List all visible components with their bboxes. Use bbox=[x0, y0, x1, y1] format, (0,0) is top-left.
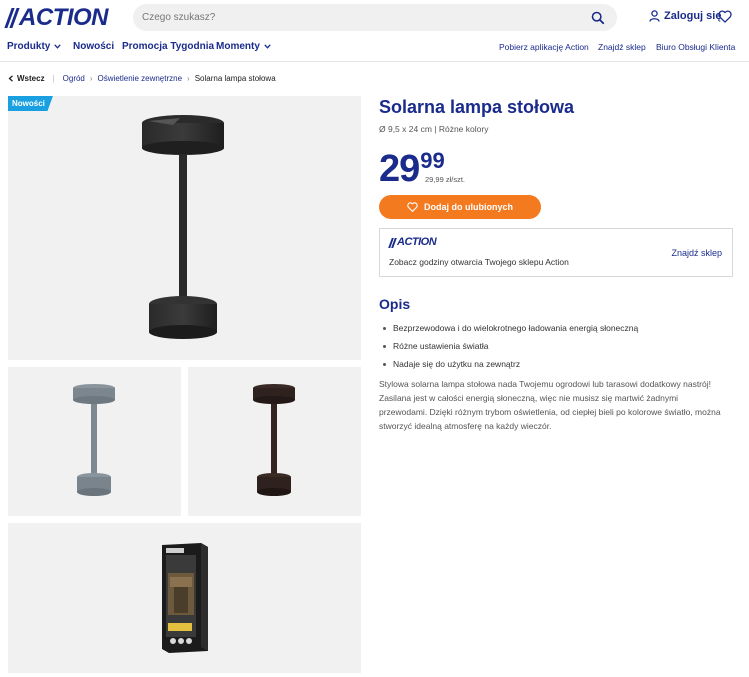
add-to-favorites-label: Dodaj do ulubionych bbox=[424, 202, 513, 212]
grey-lamp-image[interactable] bbox=[8, 367, 181, 516]
chevron-right-icon: › bbox=[187, 74, 190, 83]
add-to-favorites-button[interactable]: Dodaj do ulubionych bbox=[379, 195, 541, 219]
login-link[interactable]: Zaloguj się bbox=[649, 10, 721, 22]
store-hours-text: Zobacz godziny otwarcia Twojego sklepu A… bbox=[389, 257, 569, 267]
search-icon[interactable] bbox=[591, 11, 605, 25]
store-action-logo: ACTION bbox=[388, 236, 437, 248]
breadcrumb-oswietlenie[interactable]: Oświetlenie zewnętrzne bbox=[98, 74, 182, 83]
new-badge: Nowości bbox=[8, 96, 53, 111]
nav-nowosci[interactable]: Nowości bbox=[73, 41, 114, 52]
package-image[interactable] bbox=[8, 523, 361, 673]
product-dimensions: Ø 9,5 x 24 cm | Różne kolory bbox=[379, 124, 489, 134]
breadcrumb-divider: | bbox=[52, 74, 55, 83]
feature-item: Bezprzewodowa i do wielokrotnego ładowan… bbox=[383, 319, 638, 337]
nav-momenty-label: Momenty bbox=[216, 41, 260, 52]
grey-table-lamp-icon bbox=[73, 384, 115, 496]
breadcrumb-ogrod[interactable]: Ogród bbox=[63, 74, 85, 83]
logo-slashes-icon bbox=[388, 237, 397, 248]
nav-customer-service[interactable]: Biuro Obsługi Klienta bbox=[656, 42, 735, 52]
store-logo-text: ACTION bbox=[397, 236, 437, 248]
unit-price: 29,99 zł/szt. bbox=[425, 175, 466, 184]
back-label: Wstecz bbox=[17, 74, 45, 83]
nav-find-store[interactable]: Znajdź sklep bbox=[598, 42, 646, 52]
chevron-left-icon bbox=[8, 75, 13, 82]
feature-item: Nadaje się do użytku na zewnątrz bbox=[383, 355, 638, 373]
main-nav: Produkty Nowości Promocja Tygodnia Momen… bbox=[0, 40, 749, 62]
product-title: Solarna lampa stołowa bbox=[379, 97, 575, 117]
favorites-heart-icon[interactable] bbox=[718, 10, 732, 23]
heart-icon bbox=[407, 202, 418, 212]
feature-item: Różne ustawienia światła bbox=[383, 337, 638, 355]
black-table-lamp-icon bbox=[142, 115, 224, 339]
lamp-packaging-box-icon bbox=[162, 543, 208, 653]
nav-produkty[interactable]: Produkty bbox=[7, 41, 62, 52]
chevron-down-icon bbox=[264, 44, 271, 49]
breadcrumb: Wstecz | Ogród › Oświetlenie zewnętrzne … bbox=[8, 74, 276, 83]
nav-produkty-label: Produkty bbox=[7, 41, 51, 52]
breadcrumb-current: Solarna lampa stołowa bbox=[194, 74, 276, 83]
description-heading: Opis bbox=[379, 296, 411, 312]
main-lamp-image[interactable]: Nowości bbox=[8, 96, 361, 360]
nav-download-app[interactable]: Pobierz aplikację Action bbox=[499, 42, 589, 52]
brown-lamp-image[interactable] bbox=[188, 367, 361, 516]
logo-text: ACTION bbox=[19, 4, 109, 31]
chevron-right-icon: › bbox=[89, 74, 93, 83]
find-store-link[interactable]: Znajdź sklep bbox=[671, 248, 722, 258]
back-link[interactable]: Wstecz bbox=[8, 74, 45, 83]
nav-momenty[interactable]: Momenty bbox=[216, 41, 271, 52]
action-logo[interactable]: ACTION bbox=[4, 4, 109, 31]
feature-list: Bezprzewodowa i do wielokrotnego ładowan… bbox=[383, 319, 638, 373]
search-bar[interactable] bbox=[133, 4, 617, 31]
login-label: Zaloguj się bbox=[664, 10, 722, 22]
chevron-down-icon bbox=[54, 44, 62, 49]
description-text: Stylowa solarna lampa stołowa nada Twoje… bbox=[379, 379, 721, 431]
nav-promocja-tygodnia[interactable]: Promocja Tygodnia bbox=[122, 41, 214, 52]
brown-table-lamp-icon bbox=[253, 384, 295, 496]
store-hours-box: ACTION Zobacz godziny otwarcia Twojego s… bbox=[379, 228, 733, 277]
price-integer: 29 bbox=[379, 148, 420, 190]
logo-slashes-icon bbox=[4, 8, 20, 28]
search-input[interactable] bbox=[142, 12, 591, 23]
user-icon bbox=[649, 10, 660, 22]
